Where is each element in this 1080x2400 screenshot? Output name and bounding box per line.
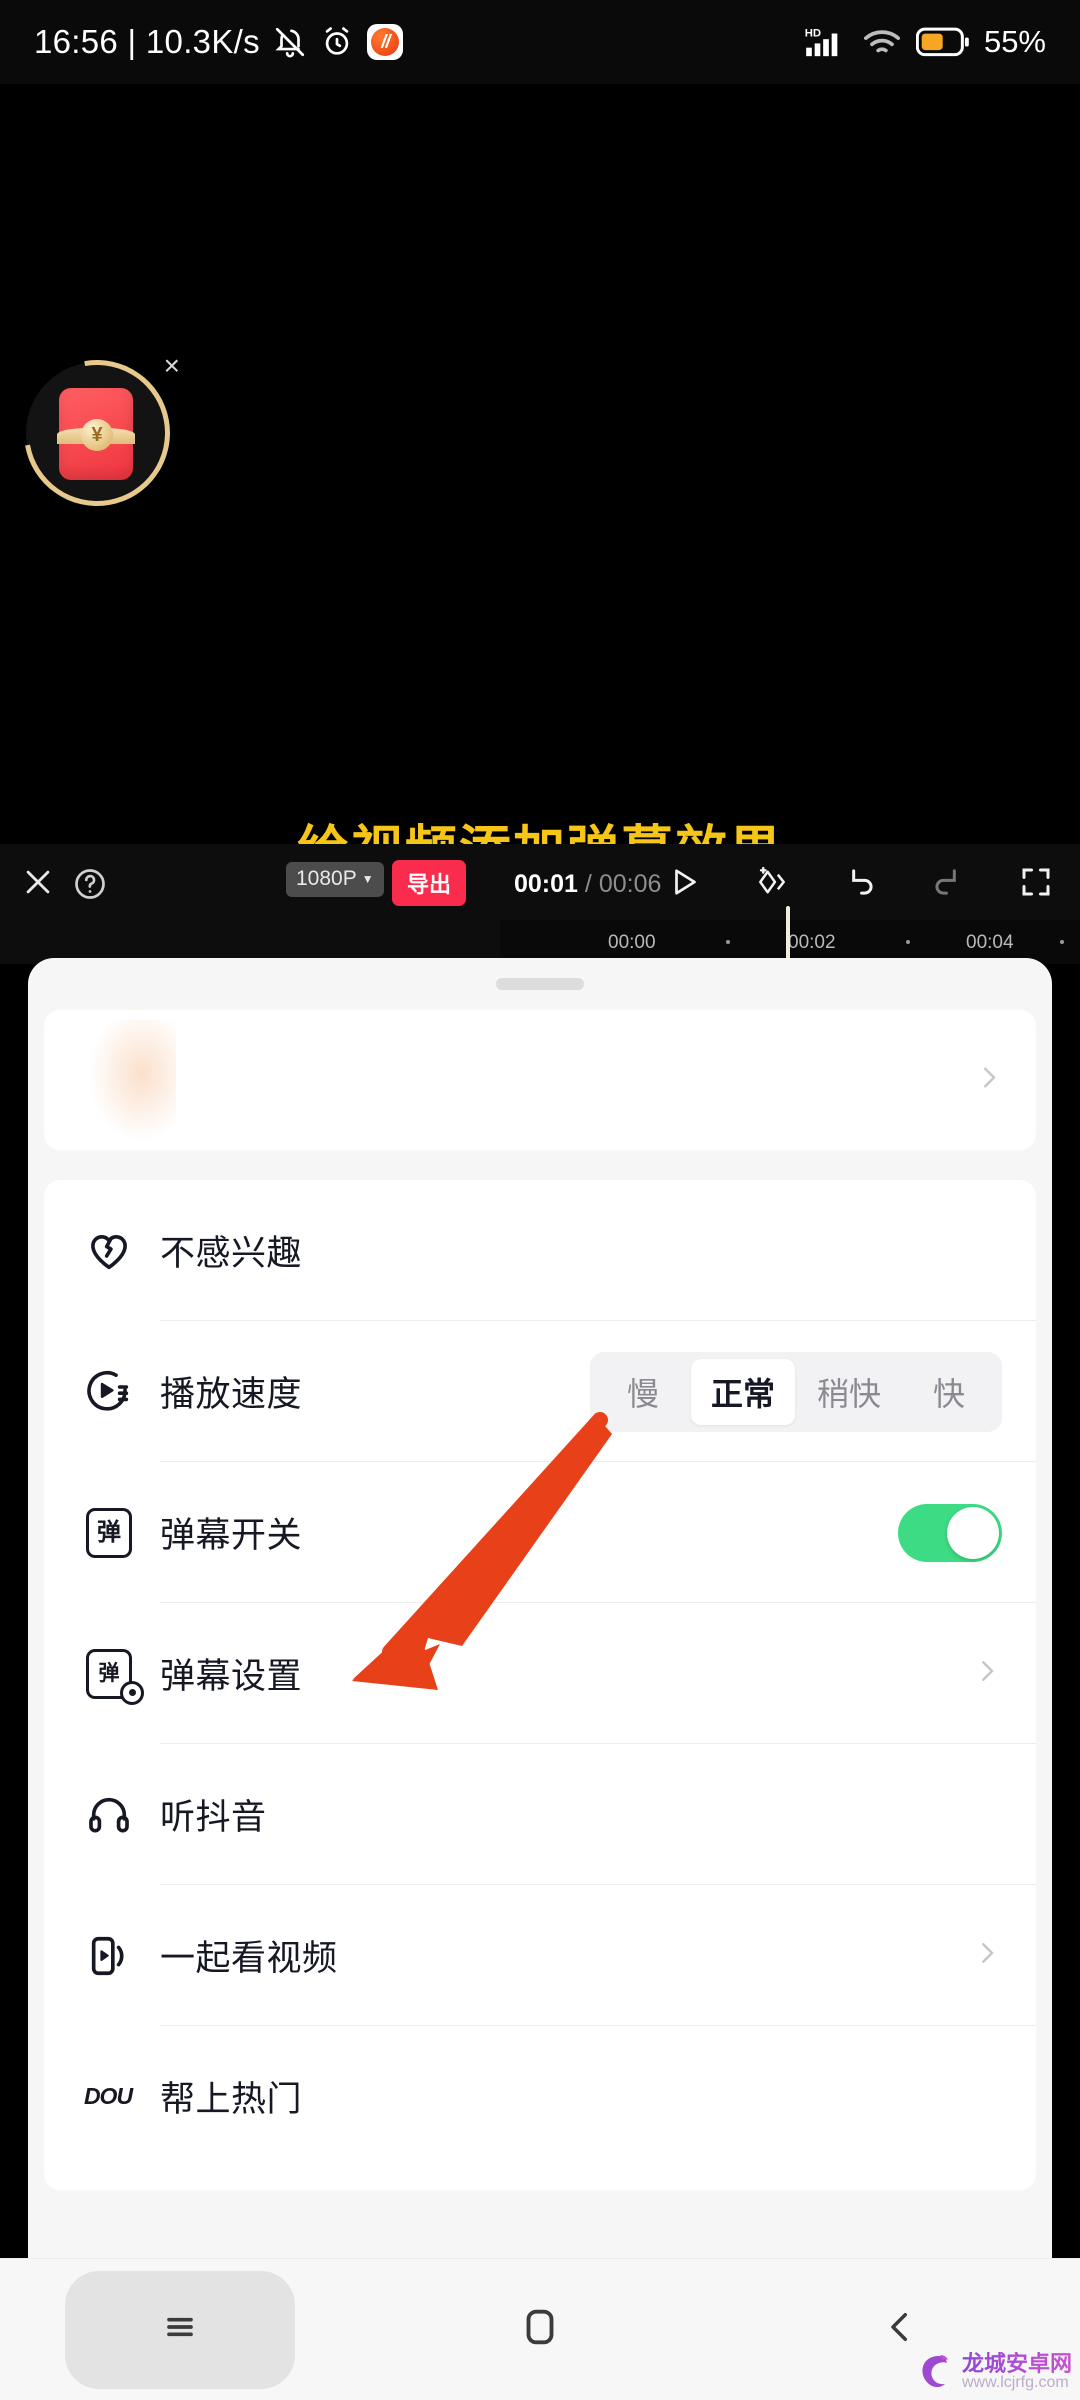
gear-dot-icon [120,1680,144,1705]
chevron-down-icon: ▼ [361,872,374,886]
bell-muted-icon [273,25,307,59]
status-bar: 16:56 | 10.3K/s HD 55% [0,0,1080,84]
video-preview-area: ¥ × 给视频添加弹幕效果 [0,84,1080,880]
wifi-icon [862,25,902,59]
headphones-icon [84,1790,134,1840]
alarm-clock-icon [320,25,354,59]
resolution-label: 1080P [296,867,357,890]
battery-icon [915,27,970,57]
danmaku-settings-icon: 弹 [84,1648,144,1705]
promo-card[interactable] [44,1010,1036,1150]
timeline-playhead[interactable] [786,906,790,962]
recents-button[interactable] [65,2270,295,2389]
options-list: 不感兴趣 播放速度 慢 正常 稍快 快 弹 弹幕开关 弹 弹幕设置 听抖音 一起… [44,1180,1036,2190]
list-item-danmaku-settings[interactable]: 弹 弹幕设置 [44,1603,1036,1744]
chevron-right-icon [972,1656,1002,1691]
editor-actions [662,860,1058,904]
promo-thumbnail [90,1020,176,1140]
status-clock: 16:56 | 10.3K/s [34,23,260,60]
watermark-url: www.lcjrfg.com [961,2374,1069,2392]
video-editor-toolbar: 1080P ▼ 导出 00:01 / 00:06 00:00 00:02 00:… [0,844,1080,964]
list-item-label: 弹幕开关 [160,1516,303,1555]
help-button[interactable] [62,856,118,912]
svg-text:HD: HD [805,27,821,39]
dragon-logo-icon [922,2355,948,2388]
current-time: 00:01 [514,870,578,898]
watch-together-icon [84,1931,134,1981]
danmaku-glyph: 弹 [86,1507,132,1558]
drag-handle[interactable] [496,978,584,990]
signal-bars-icon: HD [804,25,848,59]
back-icon [879,2306,921,2353]
watermark-title: 龙城安卓网 [961,2351,1072,2377]
close-icon[interactable]: × [164,352,180,380]
keyframe-icon[interactable] [750,860,794,904]
list-item-promote[interactable]: DOU 帮上热门 [44,2026,1036,2167]
total-time: 00:06 [598,870,662,898]
danmaku-toggle[interactable] [898,1503,1002,1562]
play-icon[interactable] [662,860,706,904]
list-item-label: 帮上热门 [160,2080,303,2119]
redo-icon[interactable] [926,860,970,904]
list-item-label: 听抖音 [160,1798,267,1837]
danmaku-box-icon: 弹 [84,1507,134,1558]
speed-option-fast[interactable]: 快 [903,1359,995,1425]
ruler-tick: 00:04 [966,932,1014,953]
chevron-right-icon [974,1063,1004,1098]
ruler-tick: 00:02 [788,932,836,953]
list-item-label: 不感兴趣 [160,1234,303,1273]
douyin-app-icon [366,24,403,60]
speed-option-slightly-fast[interactable]: 稍快 [797,1359,901,1425]
export-button[interactable]: 导出 [392,860,467,906]
red-envelope-icon: ¥ [57,388,135,480]
broken-heart-icon [84,1226,134,1276]
time-separator: / [584,870,592,898]
toggle-knob [947,1506,999,1559]
home-button[interactable] [425,2271,655,2389]
close-editor-button[interactable] [10,854,66,910]
status-bar-right: HD 55% [804,24,1046,60]
list-item-label: 一起看视频 [160,1939,338,1978]
speed-option-slow[interactable]: 慢 [597,1359,689,1425]
list-item-label: 播放速度 [160,1375,303,1414]
home-icon [520,2304,560,2355]
list-item-listen-douyin[interactable]: 听抖音 [44,1744,1036,1885]
timecode: 00:01 / 00:06 [514,870,661,899]
dou-plus-icon: DOU [84,2072,134,2122]
list-item-label: 弹幕设置 [160,1657,303,1696]
editor-top-row: 1080P ▼ 导出 00:01 / 00:06 [0,844,1080,920]
red-envelope-widget[interactable]: ¥ × [0,331,199,535]
list-item-not-interested[interactable]: 不感兴趣 [44,1180,1036,1321]
options-bottom-sheet: 不感兴趣 播放速度 慢 正常 稍快 快 弹 弹幕开关 弹 弹幕设置 听抖音 一起… [28,958,1052,2258]
speed-segmented-control[interactable]: 慢 正常 稍快 快 [589,1351,1002,1432]
list-item-watch-together[interactable]: 一起看视频 [44,1885,1036,2026]
phone-screen: 16:56 | 10.3K/s HD 55% ¥ × 1080P ▼ 导出 00… [0,0,1080,2400]
dou-plus-text: DOU [83,2083,133,2109]
site-watermark: 龙城安卓网 www.lcjrfg.com [916,2350,1072,2394]
recents-icon [158,2305,202,2354]
undo-icon[interactable] [838,860,882,904]
resolution-selector[interactable]: 1080P ▼ [286,862,384,897]
status-bar-left: 16:56 | 10.3K/s [34,23,403,61]
speed-icon [84,1367,134,1417]
ruler-tick: 00:00 [608,932,656,953]
list-item-playback-speed[interactable]: 播放速度 慢 正常 稍快 快 [44,1321,1036,1462]
yuan-coin-icon: ¥ [81,419,113,451]
list-item-danmaku-switch[interactable]: 弹 弹幕开关 [44,1462,1036,1603]
fullscreen-icon[interactable] [1014,860,1058,904]
battery-percent: 55% [983,24,1046,59]
speed-option-normal[interactable]: 正常 [690,1358,795,1425]
chevron-right-icon [972,1938,1002,1973]
